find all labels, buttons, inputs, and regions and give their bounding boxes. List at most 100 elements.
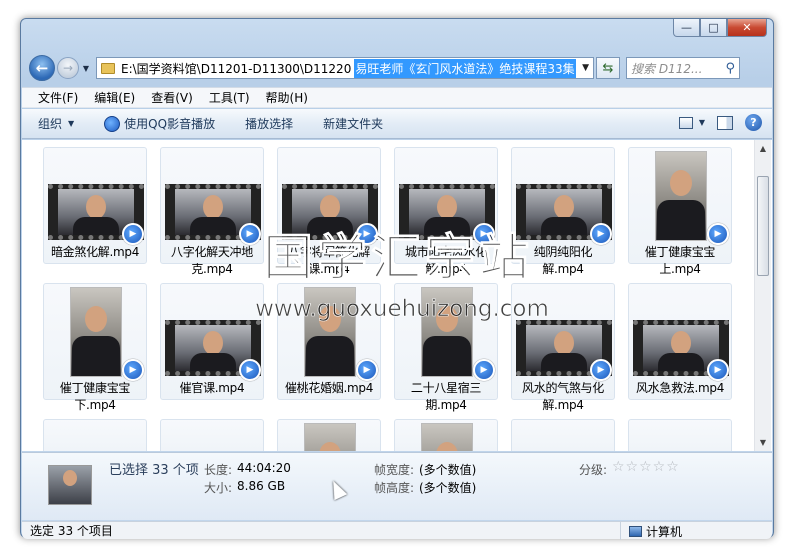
- qq-player-icon: ▶: [122, 223, 144, 245]
- play-selection-label: 播放选择: [245, 117, 294, 131]
- duration-label: 长度:: [204, 463, 233, 477]
- qq-player-icon: ▶: [590, 359, 612, 381]
- person-body: [190, 353, 236, 371]
- menu-file[interactable]: 文件(F): [38, 89, 78, 106]
- new-folder-label: 新建文件夹: [323, 117, 384, 131]
- file-tile[interactable]: ▶ 催丁健康宝宝下.mp4: [43, 283, 147, 412]
- change-view-button[interactable]: ▼: [678, 116, 705, 129]
- rating-label: 分级:: [579, 463, 608, 477]
- person-face: [671, 331, 691, 355]
- person-body: [423, 336, 471, 376]
- person-body: [72, 336, 120, 376]
- file-tile[interactable]: [43, 419, 147, 451]
- search-icon[interactable]: ⚲: [725, 61, 735, 76]
- frame-width-value: (多个数值): [419, 463, 477, 477]
- video-thumbnail: [70, 287, 122, 377]
- person-face: [670, 170, 692, 196]
- qq-player-icon: ▶: [473, 359, 495, 381]
- file-name: 催丁健康宝宝下.mp4: [59, 381, 131, 412]
- file-tile[interactable]: ▶ 风水急救法.mp4: [628, 283, 732, 400]
- menu-bar: 文件(F) 编辑(E) 查看(V) 工具(T) 帮助(H): [22, 87, 772, 108]
- file-tile[interactable]: [277, 419, 381, 451]
- selected-count: 已选择 33 个项: [109, 463, 199, 478]
- refresh-icon: ⇆: [602, 60, 614, 76]
- qq-player-icon: ▶: [707, 223, 729, 245]
- address-dropdown-icon[interactable]: ▼: [582, 63, 589, 73]
- arrow-right-icon: →: [62, 61, 74, 75]
- person-face: [319, 442, 341, 451]
- computer-icon: [629, 525, 642, 537]
- vertical-scrollbar[interactable]: ▲ ▼: [754, 140, 771, 451]
- maximize-button[interactable]: □: [700, 19, 727, 37]
- selection-thumbnail: [48, 465, 92, 505]
- new-folder-button[interactable]: 新建文件夹: [323, 115, 383, 132]
- view-icon: [678, 116, 693, 129]
- person-face: [85, 306, 107, 332]
- address-bar[interactable]: E:\国学资料馆\D11201-D11300\D11220 易旺老师《玄门风水道…: [96, 57, 594, 79]
- command-bar: 组织 ▼ 使用QQ影音播放 播放选择 新建文件夹 ▼ ?: [22, 109, 772, 139]
- recent-pages-dropdown[interactable]: ▼: [80, 64, 92, 73]
- qq-player-icon: ▶: [707, 359, 729, 381]
- file-tile[interactable]: ▶ 催丁健康宝宝上.mp4: [628, 147, 732, 276]
- arrow-left-icon: ←: [35, 59, 49, 77]
- address-path-selected: 易旺老师《玄门风水道法》绝技课程33集: [354, 58, 576, 78]
- qq-player-icon: ▶: [122, 359, 144, 381]
- address-path: E:\国学资料馆\D11201-D11300\D11220: [121, 61, 352, 76]
- rating-stars[interactable]: ☆☆☆☆☆: [612, 459, 680, 475]
- address-row: ← → ▼ E:\国学资料馆\D11201-D11300\D11220 易旺老师…: [29, 55, 765, 81]
- file-name: 风水急救法.mp4: [635, 381, 725, 395]
- refresh-button[interactable]: ⇆: [596, 57, 620, 79]
- menu-help[interactable]: 帮助(H): [266, 89, 308, 106]
- status-selected: 选定 33 个项目: [30, 524, 113, 538]
- help-icon[interactable]: ?: [745, 114, 762, 131]
- size-value: 8.86 GB: [237, 479, 286, 493]
- toolbar-right: ▼ ?: [678, 114, 762, 131]
- play-with-qq-button[interactable]: 使用QQ影音播放: [104, 115, 215, 132]
- file-tile[interactable]: [511, 419, 615, 451]
- preview-pane-icon[interactable]: [717, 115, 733, 130]
- file-name: 二十八星宿三期.mp4: [410, 381, 482, 412]
- status-bar: 选定 33 个项目 计算机: [22, 521, 772, 540]
- frame-height-value: (多个数值): [419, 481, 477, 495]
- file-tile[interactable]: ▶ 暗金煞化解.mp4: [43, 147, 147, 264]
- person-face: [554, 331, 574, 355]
- menu-view[interactable]: 查看(V): [151, 89, 193, 106]
- menu-edit[interactable]: 编辑(E): [94, 89, 135, 106]
- minimize-button[interactable]: —: [673, 19, 700, 37]
- person-face: [86, 195, 106, 219]
- back-button[interactable]: ←: [29, 55, 55, 81]
- qq-player-icon: [104, 115, 121, 132]
- folder-icon: [101, 62, 115, 74]
- file-name: 暗金煞化解.mp4: [50, 245, 140, 259]
- details-pane: 已选择 33 个项 长度: 44:04:20 大小: 8.86 GB 帧宽度: …: [22, 452, 772, 520]
- file-tile[interactable]: [160, 419, 264, 451]
- menu-tools[interactable]: 工具(T): [209, 89, 250, 106]
- file-tile[interactable]: [628, 419, 732, 451]
- chevron-down-icon: ▼: [68, 119, 75, 128]
- person-face: [554, 195, 574, 219]
- close-button[interactable]: ✕: [727, 19, 767, 37]
- organize-label: 组织: [38, 117, 63, 131]
- scroll-up-icon[interactable]: ▲: [755, 140, 771, 157]
- person-body: [657, 200, 705, 240]
- person-face: [320, 195, 340, 219]
- person-face: [437, 195, 457, 219]
- person-body: [541, 353, 587, 371]
- play-with-qq-label: 使用QQ影音播放: [124, 117, 216, 131]
- file-tile[interactable]: [394, 419, 498, 451]
- size-label: 大小:: [204, 481, 233, 495]
- play-selection-button[interactable]: 播放选择: [245, 115, 293, 132]
- person-body: [73, 217, 119, 235]
- qq-player-icon: ▶: [356, 359, 378, 381]
- search-input[interactable]: 搜索 D112... ⚲: [626, 57, 740, 79]
- forward-button[interactable]: →: [57, 57, 79, 79]
- organize-button[interactable]: 组织 ▼: [38, 115, 74, 132]
- frame-width-label: 帧宽度:: [374, 463, 415, 477]
- person-face: [203, 331, 223, 355]
- scroll-down-icon[interactable]: ▼: [755, 434, 771, 451]
- status-location: 计算机: [620, 522, 682, 540]
- person-face: [436, 442, 458, 451]
- scroll-thumb[interactable]: [757, 176, 769, 276]
- video-thumbnail: [304, 423, 356, 451]
- qq-player-icon: ▶: [590, 223, 612, 245]
